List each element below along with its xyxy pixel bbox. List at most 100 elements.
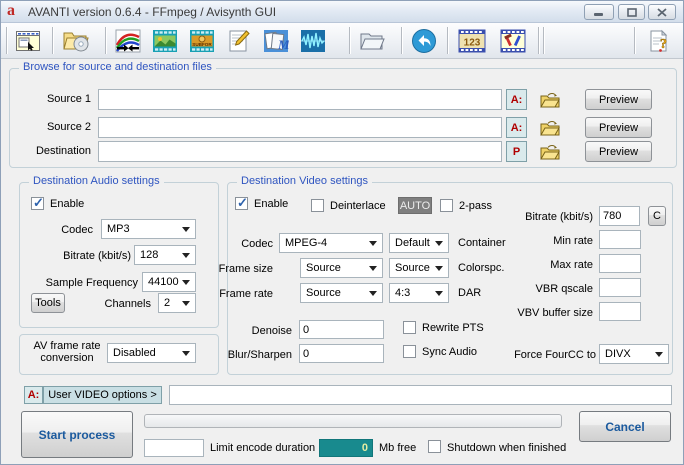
video-codec-select[interactable]: MPEG-4 <box>279 233 383 253</box>
audio-sample-frequency-select[interactable]: 44100 <box>142 272 196 292</box>
source1-avs-tag-button[interactable]: A: <box>506 89 527 110</box>
shutdown-when-finished-checkbox[interactable] <box>428 440 441 453</box>
max-rate-input[interactable] <box>599 254 641 273</box>
force-fourcc-select[interactable]: DIVX <box>599 344 669 364</box>
audio-bitrate-label: Bitrate (kbit/s) <box>19 250 131 262</box>
toolbar-separator <box>349 27 350 54</box>
toolbar-button-subtitle-format[interactable]: SUBFOR <box>186 25 218 56</box>
source2-avs-tag-button[interactable]: A: <box>506 117 527 138</box>
blur-sharpen-label: Blur/Sharpen <box>213 349 292 361</box>
two-pass-checkbox[interactable] <box>440 199 453 212</box>
destination-input[interactable] <box>98 141 502 162</box>
deinterlace-checkbox[interactable] <box>311 199 324 212</box>
svg-text:M: M <box>277 37 289 52</box>
source1-preview-button[interactable]: Preview <box>585 89 652 110</box>
start-process-button[interactable]: Start process <box>21 411 133 458</box>
audio-channels-select[interactable]: 2 <box>158 293 196 313</box>
av-frame-rate-label: AV frame rate conversion <box>27 340 107 364</box>
frame-rate-select[interactable]: Source <box>300 283 383 303</box>
toolbar-button-media-info[interactable]: M <box>260 25 292 56</box>
vbv-buffer-size-input[interactable] <box>599 302 641 321</box>
user-video-options-input[interactable] <box>169 385 672 405</box>
toolbar-button-undo[interactable] <box>408 25 440 56</box>
limit-encode-duration-label: Limit encode duration <box>210 442 315 454</box>
toolbar-button-fade-join[interactable] <box>112 25 144 56</box>
dar-select[interactable]: 4:3 <box>389 283 449 303</box>
audio-bitrate-select[interactable]: 128 <box>134 245 196 265</box>
chevron-down-icon <box>655 352 663 357</box>
shutdown-when-finished-label: Shutdown when finished <box>447 442 566 454</box>
blur-sharpen-input[interactable] <box>299 344 384 363</box>
c-button-label: C <box>653 210 661 222</box>
start-process-label: Start process <box>39 428 116 442</box>
toolbar-button-project-window[interactable] <box>12 25 44 56</box>
sync-audio-checkbox[interactable] <box>403 345 416 358</box>
source1-browse-button[interactable] <box>537 91 563 109</box>
limit-encode-duration-input[interactable] <box>144 439 204 457</box>
audio-bitrate-value: 128 <box>140 249 158 261</box>
audio-enable-checkbox[interactable] <box>31 197 44 210</box>
window-title: AVANTI version 0.6.4 - FFmpeg / Avisynth… <box>28 5 276 19</box>
toolbar-button-video-tools[interactable] <box>497 25 529 56</box>
toolbar-button-help[interactable]: ? <box>643 25 675 56</box>
audio-codec-select[interactable]: MP3 <box>101 219 196 239</box>
source1-tag-label: A: <box>511 94 523 106</box>
audio-tools-button[interactable]: Tools <box>31 293 65 313</box>
cancel-button[interactable]: Cancel <box>579 411 671 442</box>
user-video-options-button[interactable]: User VIDEO options > <box>43 386 162 404</box>
chevron-down-icon <box>182 227 190 232</box>
min-rate-label: Min rate <box>496 235 593 247</box>
user-options-avs-tag-button[interactable]: A: <box>24 386 43 404</box>
rewrite-pts-label: Rewrite PTS <box>422 322 484 334</box>
deinterlace-auto-button[interactable]: AUTO <box>398 197 432 214</box>
destination-preview-button[interactable]: Preview <box>585 141 652 162</box>
force-fourcc-value: DIVX <box>605 348 631 360</box>
chevron-down-icon <box>435 291 443 296</box>
vbr-qscale-input[interactable] <box>599 278 641 297</box>
toolbar-separator <box>52 27 53 54</box>
svg-text:123: 123 <box>464 37 481 48</box>
browse-group-title: Browse for source and destination files <box>19 61 216 73</box>
toolbar-button-audio-waveform[interactable] <box>297 25 329 56</box>
chevron-down-icon <box>182 301 190 306</box>
source2-preview-button[interactable]: Preview <box>585 117 652 138</box>
user-options-tag-label: A: <box>28 389 40 401</box>
colorspace-select[interactable]: Source <box>389 258 449 278</box>
frame-size-select[interactable]: Source <box>300 258 383 278</box>
user-video-options-label: User VIDEO options > <box>48 389 157 401</box>
toolbar-button-frame-counter[interactable]: 123 <box>456 25 488 56</box>
chevron-down-icon <box>435 241 443 246</box>
source1-input[interactable] <box>98 89 502 110</box>
destination-browse-button[interactable] <box>537 143 563 161</box>
destination-p-tag-button[interactable]: P <box>506 141 527 162</box>
close-button[interactable] <box>648 4 676 20</box>
video-bitrate-input[interactable] <box>599 206 640 226</box>
toolbar-button-edit-script[interactable] <box>223 25 255 56</box>
undo-icon <box>411 28 437 54</box>
container-value: Default <box>395 237 430 249</box>
maximize-button[interactable] <box>618 4 645 20</box>
close-icon <box>657 8 667 17</box>
toolbar-button-video-frames[interactable] <box>149 25 181 56</box>
source2-input[interactable] <box>98 117 502 138</box>
chevron-down-icon <box>369 291 377 296</box>
chevron-down-icon <box>369 241 377 246</box>
maximize-icon <box>627 8 637 17</box>
open-folder-icon <box>540 92 560 108</box>
title-bar[interactable]: a AVANTI version 0.6.4 - FFmpeg / Avisyn… <box>1 1 683 23</box>
minimize-icon <box>594 8 604 17</box>
rewrite-pts-checkbox[interactable] <box>403 321 416 334</box>
container-select[interactable]: Default <box>389 233 449 253</box>
video-enable-checkbox[interactable] <box>235 197 248 210</box>
bitrate-calculator-button[interactable]: C <box>648 206 666 226</box>
denoise-input[interactable] <box>299 320 384 339</box>
dar-value: 4:3 <box>395 287 410 299</box>
fade-join-icon <box>115 29 141 53</box>
toolbar-separator <box>401 27 402 54</box>
toolbar-button-save-project[interactable] <box>58 25 94 56</box>
source2-browse-button[interactable] <box>537 119 563 137</box>
av-frame-rate-select[interactable]: Disabled <box>107 343 196 363</box>
min-rate-input[interactable] <box>599 230 641 249</box>
toolbar-button-open-folder[interactable] <box>356 25 388 56</box>
minimize-button[interactable] <box>584 4 614 20</box>
